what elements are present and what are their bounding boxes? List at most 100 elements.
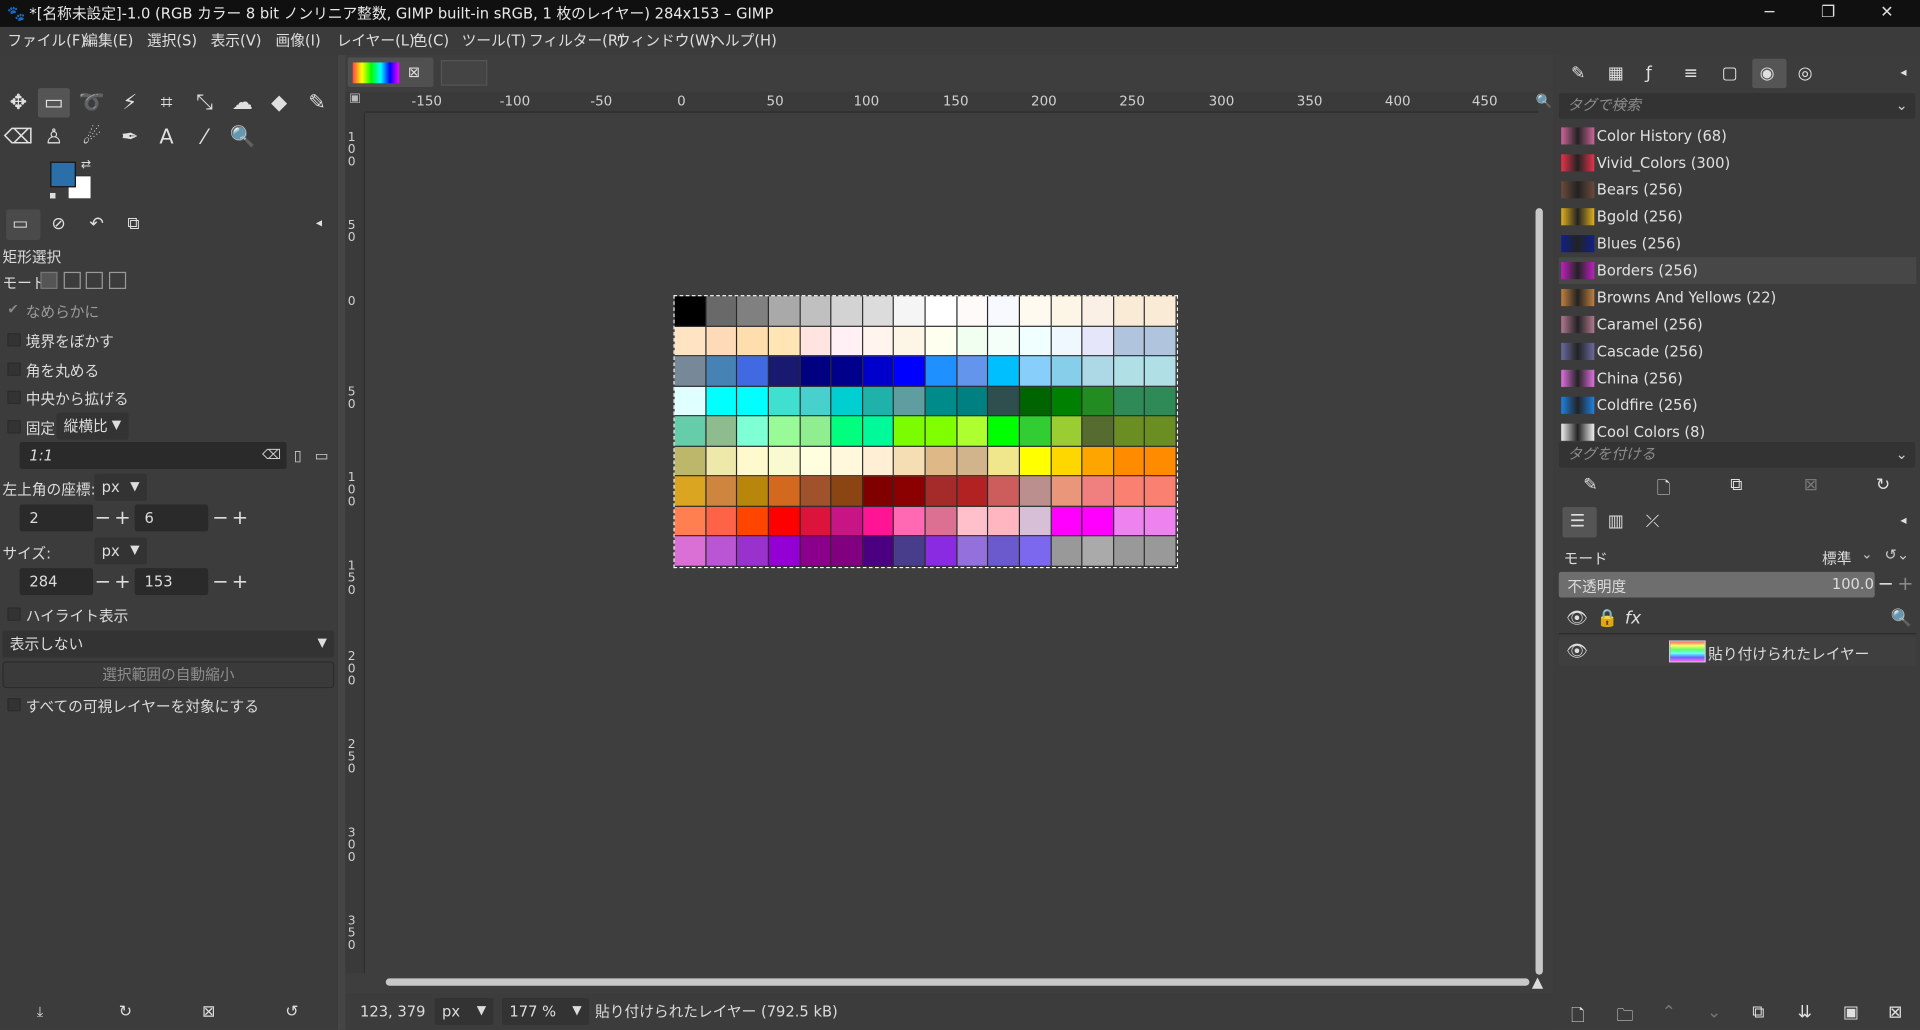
palette-list-item[interactable]: Caramel (256)	[1559, 311, 1917, 338]
patterns-tab-icon[interactable]: ▦	[1608, 64, 1624, 84]
text-tool-icon[interactable]: A	[151, 122, 183, 151]
channels-tab-icon[interactable]: ▥	[1608, 512, 1624, 532]
autoshrink-button[interactable]: 選択範囲の自動縮小	[2, 661, 335, 689]
navigate-icon[interactable]: ▲	[1532, 973, 1543, 990]
menu-color[interactable]: 色(C)	[413, 27, 449, 55]
new-palette-icon[interactable]: 🗋	[1657, 475, 1671, 504]
horizontal-scrollbar[interactable]	[385, 978, 1530, 986]
zoom-dropdown[interactable]: 177 % ▼	[502, 997, 589, 1025]
palette-list-item[interactable]: Borders (256)	[1558, 257, 1917, 285]
menu-view[interactable]: 表示(V)	[211, 27, 262, 55]
document-history-tab-icon[interactable]: ≡	[1684, 64, 1698, 84]
crop-tool-icon[interactable]: ⌗	[151, 88, 183, 117]
panel-menu-icon[interactable]: ◂	[316, 217, 322, 230]
composite-mode-icon[interactable]: ↺⌄	[1885, 546, 1910, 563]
size-height-increment-button[interactable]: +	[231, 568, 248, 595]
mode-subtract-icon[interactable]	[85, 271, 103, 289]
palette-list-item[interactable]: China (256)	[1559, 365, 1917, 392]
eraser-tool-icon[interactable]: ⌫	[2, 122, 34, 151]
menu-windows[interactable]: ウィンドウ(W)	[616, 27, 715, 55]
search-icon[interactable]: 🔍	[1891, 609, 1912, 629]
transform-tool-icon[interactable]: ⤡	[189, 88, 221, 117]
antialias-checkbox[interactable]: ✔	[7, 301, 18, 317]
brushes-tab-icon[interactable]: ✎	[1571, 64, 1585, 84]
save-options-icon[interactable]: ⤓	[37, 1003, 44, 1021]
rounded-checkbox[interactable]	[7, 362, 21, 376]
image-canvas[interactable]	[673, 295, 1178, 569]
size-width-input[interactable]: 284	[19, 568, 94, 596]
opacity-increment-button[interactable]: +	[1897, 571, 1914, 598]
close-tab-icon[interactable]: ⊠	[408, 64, 420, 81]
menu-help[interactable]: ヘルプ(H)	[710, 27, 777, 55]
delete-palette-icon[interactable]: ⊠	[1804, 475, 1818, 495]
move-tool-icon[interactable]: ✥	[2, 88, 34, 117]
raise-layer-icon[interactable]: ⌃	[1662, 1003, 1676, 1023]
feather-checkbox[interactable]	[7, 333, 21, 347]
zoom-tool-icon[interactable]: 🔍	[227, 122, 259, 151]
position-y-increment-button[interactable]: +	[231, 504, 248, 531]
panel-menu-icon[interactable]: ◂	[1900, 66, 1906, 79]
mode-add-icon[interactable]	[63, 271, 81, 289]
position-x-decrement-button[interactable]: −	[94, 504, 111, 531]
fixed-kind-dropdown[interactable]: 縦横比 ▼	[56, 412, 129, 440]
device-status-icon[interactable]: ⊘	[51, 214, 65, 234]
position-x-input[interactable]: 2	[19, 504, 94, 532]
size-unit-dropdown[interactable]: px ▼	[94, 537, 147, 565]
lock-icon[interactable]: 🔒	[1597, 609, 1618, 629]
rect-select-tool-icon[interactable]: ▭	[37, 88, 70, 118]
tag-assign-input[interactable]: タグを付ける ⌄	[1558, 442, 1916, 468]
palette-list-item[interactable]: Color History (68)	[1559, 122, 1917, 149]
menu-tools[interactable]: ツール(T)	[462, 27, 527, 55]
chevron-down-icon[interactable]: ⌄	[1861, 546, 1872, 562]
panel-menu-icon[interactable]: ◂	[1900, 514, 1906, 527]
position-y-decrement-button[interactable]: −	[212, 504, 229, 531]
size-height-decrement-button[interactable]: −	[212, 568, 229, 595]
undo-history-icon[interactable]: ↶	[89, 214, 103, 234]
color-picker-tool-icon[interactable]: ⁄	[189, 122, 221, 151]
paintbrush-tool-icon[interactable]: ✎	[301, 88, 333, 117]
menu-select[interactable]: 選択(S)	[147, 27, 197, 55]
bucket-fill-tool-icon[interactable]: ◆	[263, 88, 295, 117]
reset-options-icon[interactable]: ↺	[285, 1003, 298, 1021]
position-y-input[interactable]: 6	[134, 504, 209, 532]
unit-dropdown[interactable]: px ▼	[434, 997, 494, 1025]
effects-icon[interactable]: fx	[1625, 609, 1641, 629]
clone-tool-icon[interactable]: ♙	[38, 122, 70, 151]
layer-name[interactable]: 貼り付けられたレイヤー	[1708, 643, 1869, 664]
paths-tool-icon[interactable]: ✒	[114, 122, 146, 151]
merge-layer-icon[interactable]: ⇊	[1798, 1003, 1812, 1023]
palette-list-item[interactable]: Blues (256)	[1559, 230, 1917, 257]
opacity-decrement-button[interactable]: −	[1877, 571, 1894, 598]
swap-colors-icon[interactable]: ⇄	[81, 158, 91, 171]
images-icon[interactable]: ⧉	[127, 214, 139, 234]
size-width-decrement-button[interactable]: −	[94, 568, 111, 595]
close-button[interactable]: ✕	[1859, 0, 1915, 27]
edit-palette-icon[interactable]: ✎	[1583, 475, 1597, 495]
gradients-tab-icon[interactable]: ◎	[1798, 64, 1813, 84]
fonts-tab-icon[interactable]: ƒ	[1646, 64, 1652, 84]
menu-image[interactable]: 画像(I)	[276, 27, 321, 55]
zoom-fit-icon[interactable]: 🔍	[1536, 93, 1553, 109]
delete-layer-icon[interactable]: ⊠	[1888, 1003, 1902, 1023]
landscape-icon[interactable]: ▭	[315, 447, 329, 464]
paths-tab-icon[interactable]: ⤫	[1646, 512, 1660, 532]
palette-list-item[interactable]: Bears (256)	[1559, 176, 1917, 203]
quick-mask-icon[interactable]: ▣	[345, 91, 365, 113]
palette-list-item[interactable]: Coldfire (256)	[1559, 392, 1917, 419]
lower-layer-icon[interactable]: ⌄	[1707, 1003, 1721, 1023]
layer-mode-value[interactable]: 標準	[1822, 547, 1851, 568]
templates-tab-icon[interactable]: ▢	[1722, 64, 1738, 84]
duplicate-layer-icon[interactable]: ⧉	[1752, 1003, 1764, 1023]
portrait-icon[interactable]: ▯	[294, 447, 302, 464]
palette-tab-icon[interactable]: ◉	[1760, 64, 1775, 84]
size-height-input[interactable]: 153	[134, 568, 209, 596]
mode-replace-icon[interactable]	[40, 271, 58, 289]
menu-layer[interactable]: レイヤー(L)	[337, 27, 415, 55]
palette-list-item[interactable]: Vivid_Colors (300)	[1559, 149, 1917, 176]
tag-search-input[interactable]: タグで検索 ⌄	[1558, 93, 1916, 119]
new-layer-group-icon[interactable]: 🗀	[1616, 1003, 1633, 1030]
palette-list-item[interactable]: Cascade (256)	[1559, 338, 1917, 365]
menu-file[interactable]: ファイル(F)	[7, 27, 86, 55]
menu-filters[interactable]: フィルター(R)	[529, 27, 624, 55]
lasso-tool-icon[interactable]: ➰	[76, 88, 108, 117]
